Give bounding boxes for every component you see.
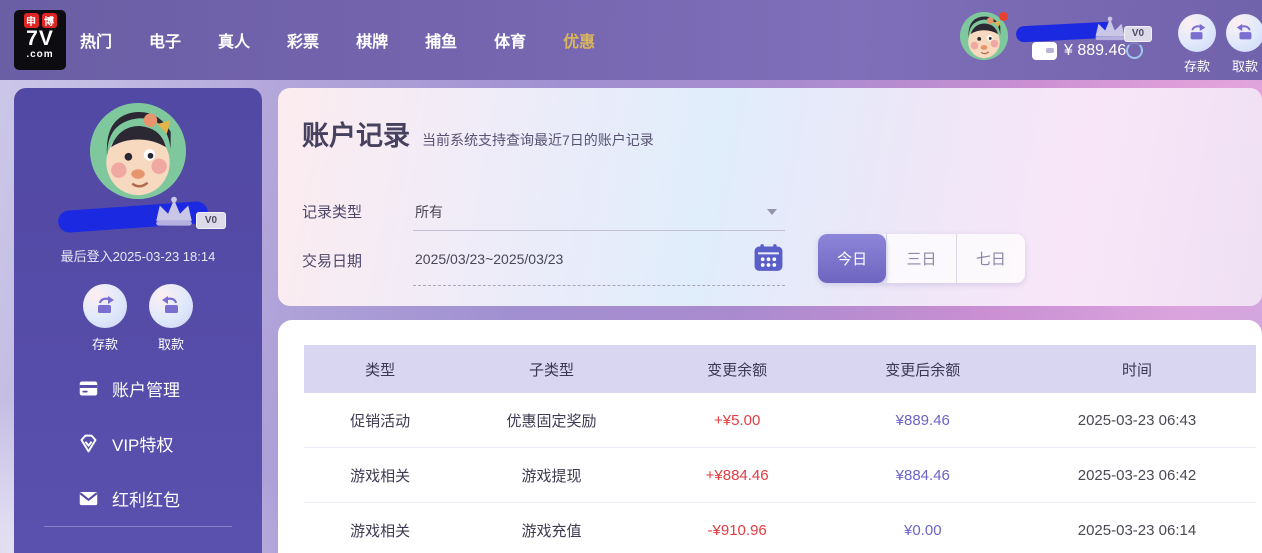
cell-change-amount: +¥884.46 (647, 467, 828, 484)
wallet-icon (1032, 42, 1057, 60)
nav-item-fishing[interactable]: 捕鱼 (425, 28, 457, 52)
cell-time: 2025-03-23 06:42 (1018, 467, 1256, 484)
sidebar-item-vip-privileges[interactable]: VIP特权 (78, 431, 180, 456)
record-type-select[interactable]: 所有 (415, 202, 443, 222)
nav-item-hot[interactable]: 热门 (80, 28, 112, 52)
nav-item-slots[interactable]: 电子 (149, 28, 181, 52)
sidebar-item-label: VIP特权 (112, 431, 173, 456)
envelope-icon (78, 488, 99, 509)
range-today-button[interactable]: 今日 (818, 234, 886, 283)
brand-badge-char: 申 (24, 13, 39, 28)
sidebar-menu: 账户管理 VIP特权 红利红包 (78, 376, 180, 511)
cell-type: 游戏相关 (304, 465, 456, 486)
sidebar-divider (44, 526, 232, 527)
date-range-underline (413, 285, 785, 286)
col-header-time: 时间 (1018, 359, 1256, 380)
brand-badge-row: 申 博 (24, 13, 57, 28)
cell-subtype: 优惠固定奖励 (456, 410, 646, 431)
nav-item-promotions[interactable]: 优惠 (563, 28, 595, 52)
cell-type: 促销活动 (304, 410, 456, 431)
brand-logo[interactable]: 申 博 7V .com (14, 10, 66, 70)
nav-item-live[interactable]: 真人 (218, 28, 250, 52)
vip-crown-icon (1092, 16, 1128, 42)
page-title-row: 账户记录 当前系统支持查询最近7日的账户记录 (302, 114, 654, 153)
page-title: 账户记录 (302, 114, 410, 153)
sidebar-item-account-management[interactable]: 账户管理 (78, 376, 180, 401)
nav-item-sports[interactable]: 体育 (494, 28, 526, 52)
vip-level-badge: V0 (1124, 26, 1152, 42)
cell-balance-after: ¥0.00 (828, 522, 1018, 539)
sidebar-vip-crown-icon (152, 196, 196, 228)
last-login-text: 最后登入2025-03-23 18:14 (14, 246, 262, 265)
record-type-label: 记录类型 (302, 201, 362, 222)
filters-panel: 账户记录 当前系统支持查询最近7日的账户记录 记录类型 所有 交易日期 2025… (278, 88, 1262, 306)
sidebar-withdraw-button[interactable]: 取款 (149, 284, 193, 353)
sidebar-item-label: 红利红包 (112, 486, 180, 511)
cell-subtype: 游戏充值 (456, 520, 646, 541)
calendar-icon[interactable] (753, 243, 784, 272)
notification-dot (999, 12, 1008, 21)
page-subtitle: 当前系统支持查询最近7日的账户记录 (422, 130, 654, 150)
table-header-row: 类型 子类型 变更余额 变更后余额 时间 (304, 345, 1256, 393)
table-row: 促销活动 优惠固定奖励 +¥5.00 ¥889.46 2025-03-23 06… (304, 393, 1256, 448)
sidebar-item-label: 账户管理 (112, 376, 180, 401)
table-row: 游戏相关 游戏提现 +¥884.46 ¥884.46 2025-03-23 06… (304, 448, 1256, 503)
sidebar-item-bonus-redpacket[interactable]: 红利红包 (78, 486, 180, 511)
gem-icon (78, 433, 99, 454)
brand-badge-char: 博 (42, 13, 57, 28)
col-header-balance-after: 变更后余额 (828, 359, 1018, 380)
sidebar-quick-actions: 存款 取款 (14, 284, 262, 353)
withdraw-button-label[interactable]: 取款 (1225, 56, 1262, 75)
sidebar-deposit-icon (83, 284, 127, 328)
sidebar-vip-level-badge: V0 (196, 212, 226, 229)
deposit-button[interactable] (1178, 14, 1216, 52)
range-three-days-button[interactable]: 三日 (886, 234, 955, 283)
sidebar-withdraw-label: 取款 (158, 334, 184, 353)
record-type-underline (413, 230, 785, 231)
cell-change-amount: +¥5.00 (647, 412, 828, 429)
table-row: 游戏相关 游戏充值 -¥910.96 ¥0.00 2025-03-23 06:1… (304, 503, 1256, 553)
cell-change-amount: -¥910.96 (647, 522, 828, 539)
main-nav: 热门 电子 真人 彩票 棋牌 捕鱼 体育 优惠 (80, 0, 595, 80)
date-range-label: 交易日期 (302, 250, 362, 271)
sidebar-avatar (90, 103, 186, 199)
date-range-input[interactable]: 2025/03/23~2025/03/23 (415, 251, 563, 267)
range-seven-days-button[interactable]: 七日 (956, 234, 1025, 283)
brand-tld: .com (26, 50, 53, 60)
col-header-type: 类型 (304, 359, 456, 380)
deposit-button-label[interactable]: 存款 (1177, 56, 1217, 75)
cell-balance-after: ¥884.46 (828, 467, 1018, 484)
nav-item-boardgames[interactable]: 棋牌 (356, 28, 388, 52)
col-header-subtype: 子类型 (456, 359, 646, 380)
cell-time: 2025-03-23 06:14 (1018, 522, 1256, 539)
brand-name: 7V (26, 28, 54, 50)
card-icon (78, 378, 99, 399)
sidebar-deposit-button[interactable]: 存款 (83, 284, 127, 353)
top-navigation-bar: 申 博 7V .com 热门 电子 真人 彩票 棋牌 捕鱼 体育 优惠 V0 ¥… (0, 0, 1262, 80)
cell-subtype: 游戏提现 (456, 465, 646, 486)
deposit-icon (1186, 22, 1208, 44)
nav-item-lottery[interactable]: 彩票 (287, 28, 319, 52)
cell-balance-after: ¥889.46 (828, 412, 1018, 429)
account-records-page: 申 博 7V .com 热门 电子 真人 彩票 棋牌 捕鱼 体育 优惠 V0 ¥… (0, 0, 1262, 553)
chevron-down-icon[interactable] (767, 209, 777, 215)
cell-time: 2025-03-23 06:43 (1018, 412, 1256, 429)
withdraw-button[interactable] (1226, 14, 1262, 52)
refresh-balance-icon[interactable] (1126, 42, 1143, 59)
sidebar-withdraw-icon (149, 284, 193, 328)
cell-type: 游戏相关 (304, 520, 456, 541)
quick-range-group: 今日 三日 七日 (818, 234, 1025, 283)
sidebar-deposit-label: 存款 (92, 334, 118, 353)
withdraw-icon (1234, 22, 1256, 44)
col-header-change: 变更余额 (647, 359, 828, 380)
records-table-card: 类型 子类型 变更余额 变更后余额 时间 促销活动 优惠固定奖励 +¥5.00 … (278, 320, 1262, 553)
balance-amount: ¥ 889.46 (1064, 42, 1126, 60)
user-sidebar: V0 最后登入2025-03-23 18:14 存款 取款 (14, 88, 262, 553)
